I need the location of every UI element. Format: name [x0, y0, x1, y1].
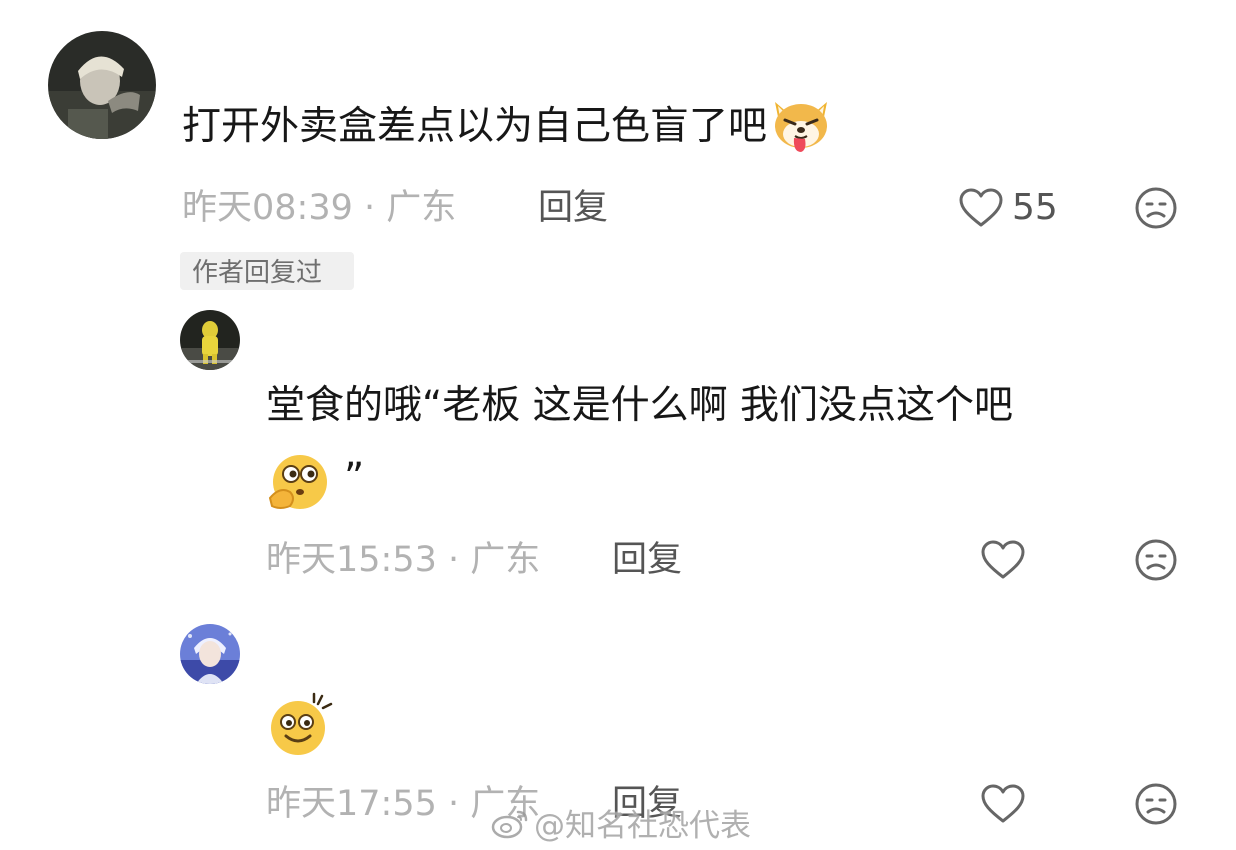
like-button[interactable]: 55: [958, 186, 1058, 230]
comment-meta: 昨天15:53 · 广东: [266, 540, 541, 580]
heart-outline-icon: [958, 186, 1004, 230]
weibo-logo-icon: [490, 806, 530, 840]
avatar[interactable]: [48, 31, 156, 139]
comment-meta: 昨天08:39 · 广东: [182, 188, 457, 228]
comment-text: [266, 692, 334, 756]
reply-button[interactable]: 回复: [612, 538, 682, 582]
sad-face-icon: [1134, 538, 1178, 582]
shiba-dog-emoji: [769, 92, 833, 156]
dislike-button[interactable]: [1134, 186, 1178, 230]
like-count: 55: [1012, 187, 1058, 228]
comment-body: 堂食的哦“老板 这是什么啊 我们没点这个吧: [266, 383, 1013, 428]
heart-outline-icon: [980, 538, 1026, 582]
sad-face-icon: [1134, 186, 1178, 230]
like-button[interactable]: [980, 538, 1026, 582]
sad-face-icon: [1134, 782, 1178, 826]
comment-text-line2: ”: [266, 452, 364, 512]
watermark: @知名社恐代表: [490, 800, 751, 845]
heart-outline-icon: [980, 782, 1026, 826]
avatar[interactable]: [180, 310, 240, 370]
avatar[interactable]: [180, 624, 240, 684]
comment-body: 打开外卖盒差点以为自己色盲了吧: [182, 104, 768, 149]
reply-button[interactable]: 回复: [538, 186, 608, 230]
comment-text: 堂食的哦“老板 这是什么啊 我们没点这个吧: [266, 380, 1013, 432]
author-replied-tag: 作者回复过: [180, 252, 354, 290]
watermark-text: @知名社恐代表: [534, 808, 751, 844]
comment-text: 打开外卖盒差点以为自己色盲了吧: [182, 101, 833, 156]
author-replied-label: 作者回复过: [192, 258, 323, 288]
like-button[interactable]: [980, 782, 1026, 826]
thinking-face-emoji: [266, 452, 334, 512]
dislike-button[interactable]: [1134, 782, 1178, 826]
closing-quote: ”: [344, 455, 365, 500]
dizzy-smile-emoji: [266, 692, 334, 756]
dislike-button[interactable]: [1134, 538, 1178, 582]
